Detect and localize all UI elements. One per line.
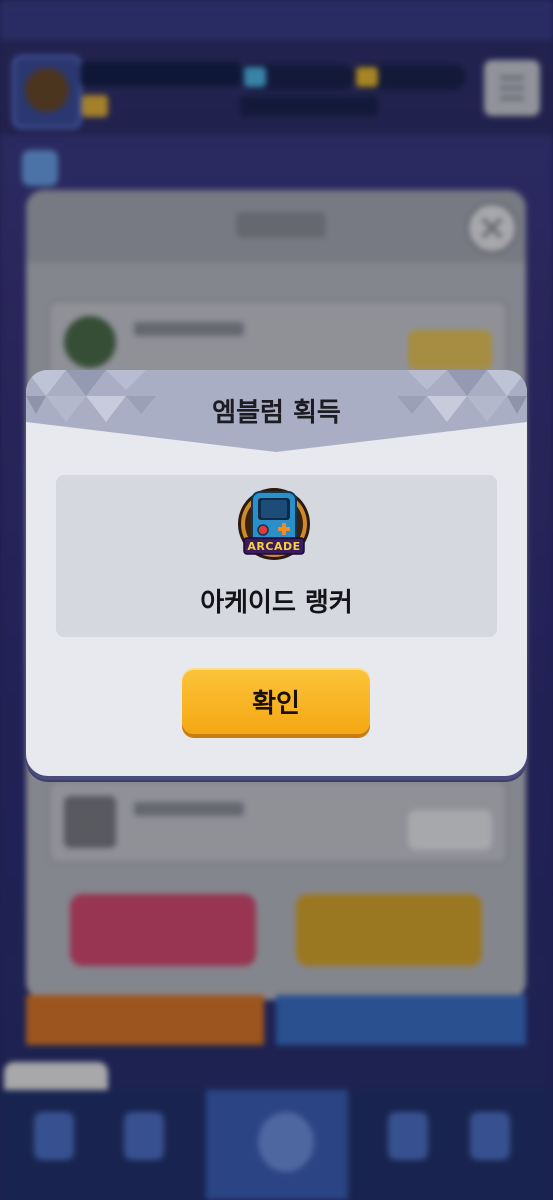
emblem-acquired-dialog: 엠블럼 획득 ARCADE 아케이드 랭커 확인 (26, 370, 527, 776)
emblem-name: 아케이드 랭커 (200, 588, 353, 618)
confirm-button[interactable]: 확인 (182, 668, 370, 734)
arcade-emblem-icon: ARCADE (236, 486, 312, 562)
dialog-title: 엠블럼 획득 (212, 398, 341, 428)
emblem-badge-text: ARCADE (247, 540, 301, 553)
dialog-header: 엠블럼 획득 (26, 370, 527, 452)
